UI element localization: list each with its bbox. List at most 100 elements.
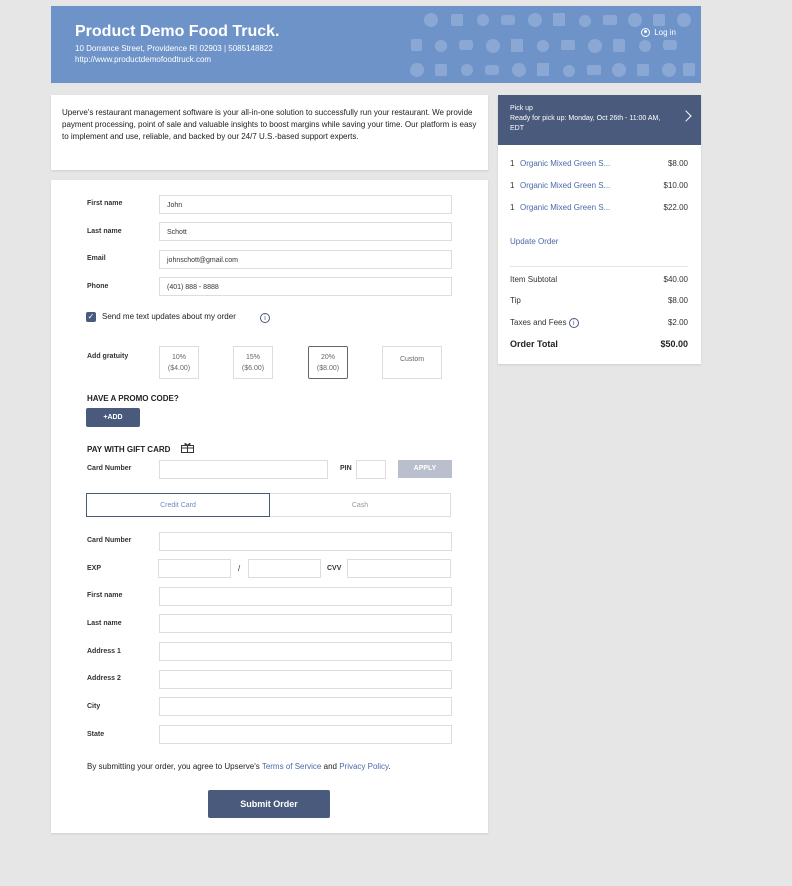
user-icon [641,28,651,37]
subtotal-row: Item Subtotal $40.00 [510,275,688,284]
tip-pct: 10% [171,354,186,361]
tip-option-custom[interactable]: Custom [382,346,442,379]
tip-pct: 20% [320,354,335,361]
intro-text: Uperve's restaurant management software … [51,95,488,170]
exp-month-input[interactable] [158,559,231,578]
exp-separator: / [238,564,241,573]
pin-label: PIN [340,465,352,472]
terms-of-service-link[interactable]: Terms of Service [262,762,322,771]
billing-last-name-label: Last name [87,620,122,627]
last-name-input[interactable]: Schott [159,222,452,241]
exp-year-input[interactable] [248,559,321,578]
item-qty: 1 [510,181,515,190]
terms-and: and [321,762,340,771]
subtotal-label: Item Subtotal [510,275,558,284]
apply-button[interactable]: APPLY [398,460,452,478]
cvv-input[interactable] [347,559,451,578]
address2-label: Address 2 [87,675,121,682]
gift-card-number-label: Card Number [87,465,132,472]
tab-cash[interactable]: Cash [270,493,451,517]
phone-input[interactable]: (401) 888 - 8888 [159,277,452,296]
billing-first-name-label: First name [87,592,123,599]
tip-row: Tip $8.00 [510,296,688,305]
gift-card-heading: PAY WITH GIFT CARD [87,445,171,454]
subtotal-value: $40.00 [663,275,688,284]
order-summary: Pick up Ready for pick up: Monday, Oct 2… [498,95,701,364]
gift-card-number-input[interactable] [159,460,328,479]
terms-text: By submitting your order, you agree to U… [87,762,391,771]
tab-credit-card[interactable]: Credit Card [86,493,270,517]
gratuity-label: Add gratuity [87,353,129,360]
info-icon[interactable]: i [568,318,579,328]
taxes-row: Taxes and Fees i $2.00 [510,318,688,328]
terms-suffix: . [388,762,391,771]
update-order-link[interactable]: Update Order [510,237,558,246]
total-value: $50.00 [660,339,688,349]
submit-order-button[interactable]: Submit Order [208,790,330,818]
item-qty: 1 [510,203,515,212]
restaurant-name: Product Demo Food Truck. [75,23,280,40]
login-link[interactable]: Log in [641,28,676,37]
cvv-label: CVV [327,565,342,572]
pickup-title: Pick up [510,105,533,112]
address2-input[interactable] [159,670,452,689]
phone-label: Phone [87,283,109,290]
email-input[interactable]: johnschott@gmail.com [159,250,452,269]
restaurant-address: 10 Dorrance Street, Providence RI 02903 … [75,44,273,53]
first-name-label: First name [87,200,123,207]
last-name-label: Last name [87,228,122,235]
privacy-policy-link[interactable]: Privacy Policy [339,762,388,771]
total-label: Order Total [510,339,558,349]
billing-last-name-input[interactable] [159,614,452,633]
billing-first-name-input[interactable] [159,587,452,606]
sms-label: Send me text updates about my order [102,312,236,321]
restaurant-url[interactable]: http://www.productdemofoodtruck.com [75,55,211,64]
pickup-detail: Ready for pick up: Monday, Oct 26th - 11… [510,115,661,133]
taxes-label: Taxes and Fees i [510,318,579,328]
gift-icon [181,443,194,453]
item-price: $8.00 [667,159,688,168]
item-qty: 1 [510,159,515,168]
pickup-panel[interactable]: Pick up Ready for pick up: Monday, Oct 2… [498,95,701,145]
info-icon[interactable]: i [260,313,270,323]
card-number-label: Card Number [87,537,132,544]
terms-prefix: By submitting your order, you agree to U… [87,762,262,771]
state-input[interactable] [159,725,452,744]
item-name[interactable]: Organic Mixed Green S... [520,159,668,168]
item-price: $10.00 [663,181,688,190]
item-name[interactable]: Organic Mixed Green S... [520,203,664,212]
taxes-value: $2.00 [667,318,688,327]
tip-value: $8.00 [667,296,688,305]
tip-option-15[interactable]: 15% ($6.00) [233,346,273,379]
first-name-input[interactable]: John [159,195,452,214]
tip-option-20[interactable]: 20% ($8.00) [308,346,348,379]
promo-heading: HAVE A PROMO CODE? [87,394,179,403]
address1-input[interactable] [159,642,452,661]
food-pattern-icon [410,13,695,77]
checkout-form: First name John Last name Schott Email j… [51,180,488,833]
tip-amount: ($6.00) [241,365,265,372]
address1-label: Address 1 [87,648,121,655]
tip-option-10[interactable]: 10% ($4.00) [159,346,199,379]
add-promo-button[interactable]: +ADD [86,408,140,427]
order-item: 1 Organic Mixed Green S... $22.00 [510,203,688,212]
city-label: City [87,703,101,710]
item-name[interactable]: Organic Mixed Green S... [520,181,664,190]
tip-amount: ($4.00) [167,365,191,372]
item-price: $22.00 [663,203,688,212]
email-label: Email [87,255,106,262]
pin-input[interactable] [356,460,386,479]
total-row: Order Total $50.00 [510,339,688,349]
divider [510,266,688,267]
tip-label: Tip [510,296,521,305]
sms-checkbox[interactable]: ✓ [86,312,96,322]
city-input[interactable] [159,697,452,716]
login-label: Log in [654,28,676,37]
tip-pct: 15% [245,354,260,361]
order-item: 1 Organic Mixed Green S... $10.00 [510,181,688,190]
exp-label: EXP [87,565,102,572]
state-label: State [87,731,105,738]
order-item: 1 Organic Mixed Green S... $8.00 [510,159,688,168]
card-number-input[interactable] [159,532,452,551]
tip-amount: ($8.00) [316,365,340,372]
